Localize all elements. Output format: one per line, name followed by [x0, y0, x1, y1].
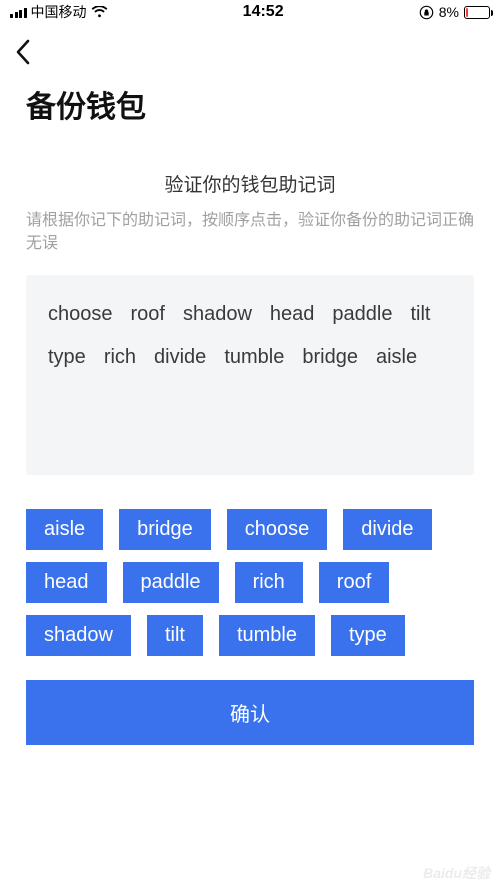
- battery-percentage: 8%: [439, 4, 459, 20]
- word-chip[interactable]: shadow: [26, 615, 131, 656]
- word-chip[interactable]: head: [26, 562, 107, 603]
- back-button[interactable]: [14, 38, 32, 66]
- word-chip[interactable]: choose: [227, 509, 328, 550]
- word-chip[interactable]: type: [331, 615, 405, 656]
- battery-icon: [464, 6, 490, 19]
- selected-word[interactable]: type: [48, 346, 86, 369]
- word-chip[interactable]: bridge: [119, 509, 211, 550]
- selected-word[interactable]: shadow: [183, 303, 252, 326]
- word-selection-grid: aisle bridge choose divide head paddle richroo…: [26, 509, 474, 656]
- word-chip[interactable]: aisle: [26, 509, 103, 550]
- word-chip[interactable]: roof: [319, 562, 389, 603]
- selected-word[interactable]: choose: [48, 303, 113, 326]
- clock-time: 14:52: [243, 3, 284, 21]
- word-chip[interactable]: paddle: [123, 562, 219, 603]
- selected-word[interactable]: aisle: [376, 346, 417, 369]
- word-chip[interactable]: rich: [235, 562, 303, 603]
- orientation-lock-icon: [419, 5, 434, 20]
- selected-word[interactable]: rich: [104, 346, 136, 369]
- wifi-icon: [91, 6, 108, 18]
- carrier-label: 中国移动: [31, 2, 87, 22]
- instruction-text: 请根据你记下的助记词，按顺序点击，验证你备份的助记词正确无误: [26, 209, 474, 255]
- word-chip[interactable]: tilt: [147, 615, 203, 656]
- selected-word[interactable]: divide: [154, 346, 206, 369]
- word-chip[interactable]: divide: [343, 509, 431, 550]
- selected-word[interactable]: bridge: [302, 346, 358, 369]
- page-subtitle: 验证你的钱包助记词: [26, 170, 474, 197]
- word-chip[interactable]: tumble: [219, 615, 315, 656]
- navigation-bar: [0, 24, 500, 80]
- selected-word[interactable]: tilt: [410, 303, 430, 326]
- watermark: Baidu经验: [423, 863, 490, 883]
- status-bar: 中国移动 14:52 8%: [0, 0, 500, 24]
- selected-word[interactable]: head: [270, 303, 315, 326]
- selected-word[interactable]: tumble: [224, 346, 284, 369]
- selected-word[interactable]: roof: [131, 303, 165, 326]
- selected-words-box: choose roof shadow head paddle tilt type richdi…: [26, 275, 474, 475]
- cellular-signal-icon: [10, 6, 27, 18]
- confirm-button[interactable]: 确认: [26, 680, 474, 745]
- page-title: 备份钱包: [26, 82, 474, 126]
- selected-word[interactable]: paddle: [332, 303, 392, 326]
